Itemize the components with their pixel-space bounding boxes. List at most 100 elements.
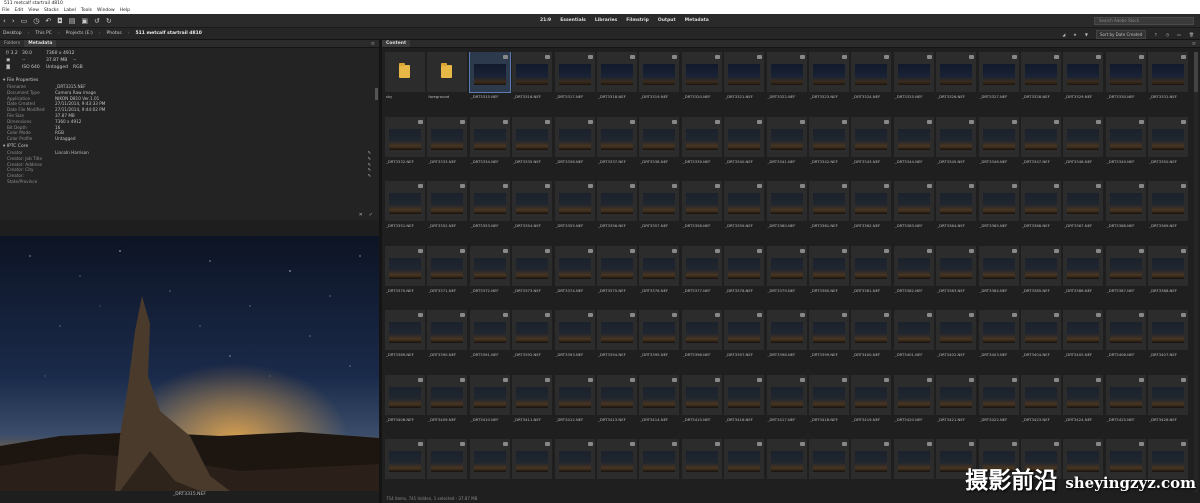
workspace-output[interactable]: Output xyxy=(658,17,676,25)
image-thumbnail[interactable] xyxy=(893,439,935,492)
metadata-value[interactable]: Lincoln Harrison xyxy=(55,150,89,156)
workspace-essentials[interactable]: Essentials xyxy=(560,17,586,25)
image-thumbnail[interactable]: _DRT3421.NEF xyxy=(935,374,977,439)
menu-item-file[interactable]: File xyxy=(2,7,10,14)
image-thumbnail[interactable]: _DRT3413.NEF xyxy=(596,374,638,439)
breadcrumb-item[interactable]: Photos xyxy=(107,31,122,37)
image-thumbnail[interactable]: _DRT3389.NEF xyxy=(384,310,426,374)
edit-pencil-icon[interactable]: ✎ xyxy=(367,173,371,185)
image-thumbnail[interactable] xyxy=(681,439,723,492)
new-folder-icon[interactable]: ▭ xyxy=(1177,32,1181,37)
image-thumbnail[interactable]: _DRT3376.NEF xyxy=(638,245,680,310)
image-thumbnail[interactable]: _DRT3336.NEF xyxy=(554,116,596,181)
menu-item-window[interactable]: Window xyxy=(97,7,115,14)
breadcrumb-item[interactable]: Desktop xyxy=(3,31,22,37)
image-thumbnail[interactable]: _DRT3323.NEF xyxy=(808,52,850,116)
image-thumbnail[interactable]: _DRT3425.NEF xyxy=(1105,374,1147,439)
preview-image[interactable] xyxy=(0,236,379,503)
workspace-219[interactable]: 21:9 xyxy=(540,17,551,25)
scroll-thumb[interactable] xyxy=(1194,52,1198,92)
quality-icon[interactable]: ◢ xyxy=(1062,32,1065,37)
image-thumbnail[interactable]: _DRT3419.NEF xyxy=(850,374,892,439)
image-thumbnail[interactable]: _DRT3416.NEF xyxy=(723,374,765,439)
image-thumbnail[interactable]: _DRT3340.NEF xyxy=(723,116,765,181)
image-thumbnail[interactable]: _DRT3355.NEF xyxy=(554,181,596,245)
image-thumbnail[interactable]: _DRT3372.NEF xyxy=(469,245,511,310)
image-thumbnail[interactable]: _DRT3374.NEF xyxy=(554,245,596,310)
image-thumbnail[interactable] xyxy=(469,439,511,492)
image-thumbnail[interactable]: _DRT3354.NEF xyxy=(511,181,553,245)
rotate-right-icon[interactable]: ↻ xyxy=(106,17,112,25)
image-thumbnail[interactable]: _DRT3338.NEF xyxy=(638,116,680,181)
image-thumbnail[interactable]: _DRT3386.NEF xyxy=(1062,245,1104,310)
image-thumbnail[interactable]: _DRT3360.NEF xyxy=(766,181,808,245)
image-thumbnail[interactable]: _DRT3410.NEF xyxy=(469,374,511,439)
image-thumbnail[interactable]: _DRT3408.NEF xyxy=(384,374,426,439)
image-thumbnail[interactable]: _DRT3349.NEF xyxy=(1105,116,1147,181)
image-thumbnail[interactable]: _DRT3341.NEF xyxy=(766,116,808,181)
tab-folders[interactable]: Folders xyxy=(0,40,24,47)
image-thumbnail[interactable]: _DRT3365.NEF xyxy=(978,181,1020,245)
image-thumbnail[interactable]: _DRT3367.NEF xyxy=(1062,181,1104,245)
image-thumbnail[interactable]: _DRT3404.NEF xyxy=(1020,310,1062,374)
image-thumbnail[interactable]: _DRT3381.NEF xyxy=(850,245,892,310)
image-thumbnail[interactable]: _DRT3373.NEF xyxy=(511,245,553,310)
back-icon[interactable]: ‹ xyxy=(3,17,6,25)
image-thumbnail[interactable]: _DRT3364.NEF xyxy=(935,181,977,245)
image-thumbnail[interactable]: _DRT3316.NEF xyxy=(511,52,553,116)
image-thumbnail[interactable]: _DRT3330.NEF xyxy=(1105,52,1147,116)
apply-icon[interactable]: ✓ xyxy=(369,212,373,218)
image-thumbnail[interactable]: _DRT3397.NEF xyxy=(723,310,765,374)
image-thumbnail[interactable]: _DRT3418.NEF xyxy=(808,374,850,439)
image-thumbnail[interactable]: _DRT3388.NEF xyxy=(1147,245,1189,310)
history-icon[interactable]: ◷ xyxy=(33,17,39,25)
image-thumbnail[interactable]: _DRT3383.NEF xyxy=(935,245,977,310)
image-thumbnail[interactable]: _DRT3344.NEF xyxy=(893,116,935,181)
image-thumbnail[interactable]: _DRT3335.NEF xyxy=(511,116,553,181)
cancel-icon[interactable]: ✕ xyxy=(359,212,363,218)
image-thumbnail[interactable]: _DRT3327.NEF xyxy=(978,52,1020,116)
refine-icon[interactable]: ▤ xyxy=(69,17,76,25)
image-thumbnail[interactable]: _DRT3412.NEF xyxy=(554,374,596,439)
image-thumbnail[interactable]: _DRT3348.NEF xyxy=(1062,116,1104,181)
image-thumbnail[interactable]: _DRT3384.NEF xyxy=(978,245,1020,310)
image-thumbnail[interactable]: _DRT3351.NEF xyxy=(384,181,426,245)
image-thumbnail[interactable]: _DRT3403.NEF xyxy=(978,310,1020,374)
content-scrollbar[interactable] xyxy=(1194,52,1198,492)
image-thumbnail[interactable]: _DRT3406.NEF xyxy=(1105,310,1147,374)
image-thumbnail[interactable]: _DRT3369.NEF xyxy=(1147,181,1189,245)
image-thumbnail[interactable]: _DRT3329.NEF xyxy=(1062,52,1104,116)
image-thumbnail[interactable]: _DRT3347.NEF xyxy=(1020,116,1062,181)
image-thumbnail[interactable]: _DRT3359.NEF xyxy=(723,181,765,245)
menu-item-edit[interactable]: Edit xyxy=(15,7,24,14)
image-thumbnail[interactable]: _DRT3382.NEF xyxy=(893,245,935,310)
image-thumbnail[interactable] xyxy=(384,439,426,492)
image-thumbnail[interactable]: _DRT3342.NEF xyxy=(808,116,850,181)
image-thumbnail[interactable]: _DRT3324.NEF xyxy=(850,52,892,116)
folder-thumbnail[interactable]: sky xyxy=(384,52,426,116)
workspace-metadata[interactable]: Metadata xyxy=(685,17,709,25)
camera-icon[interactable]: ◘ xyxy=(57,17,63,25)
output-icon[interactable]: ▣ xyxy=(81,17,88,25)
image-thumbnail[interactable]: _DRT3423.NEF xyxy=(1020,374,1062,439)
image-thumbnail[interactable]: _DRT3401.NEF xyxy=(893,310,935,374)
image-thumbnail[interactable]: _DRT3352.NEF xyxy=(426,181,468,245)
image-thumbnail[interactable] xyxy=(808,439,850,492)
image-thumbnail[interactable]: _DRT3398.NEF xyxy=(766,310,808,374)
sort-dropdown[interactable]: Sort by Date Created xyxy=(1095,30,1147,39)
image-thumbnail[interactable]: _DRT3331.NEF xyxy=(1147,52,1189,116)
image-thumbnail[interactable]: _DRT3322.NEF xyxy=(766,52,808,116)
image-thumbnail[interactable]: _DRT3350.NEF xyxy=(1147,116,1189,181)
image-thumbnail[interactable]: _DRT3362.NEF xyxy=(850,181,892,245)
forward-icon[interactable]: › xyxy=(12,17,15,25)
image-thumbnail[interactable]: _DRT3353.NEF xyxy=(469,181,511,245)
menu-item-tools[interactable]: Tools xyxy=(81,7,92,14)
workspace-libraries[interactable]: Libraries xyxy=(595,17,617,25)
image-thumbnail[interactable] xyxy=(511,439,553,492)
image-thumbnail[interactable]: _DRT3320.NEF xyxy=(681,52,723,116)
image-thumbnail[interactable]: _DRT3332.NEF xyxy=(384,116,426,181)
folder-thumbnail[interactable]: foreground xyxy=(426,52,468,116)
menu-item-label[interactable]: Label xyxy=(64,7,76,14)
image-thumbnail[interactable]: _DRT3400.NEF xyxy=(850,310,892,374)
image-thumbnail[interactable]: _DRT3357.NEF xyxy=(638,181,680,245)
